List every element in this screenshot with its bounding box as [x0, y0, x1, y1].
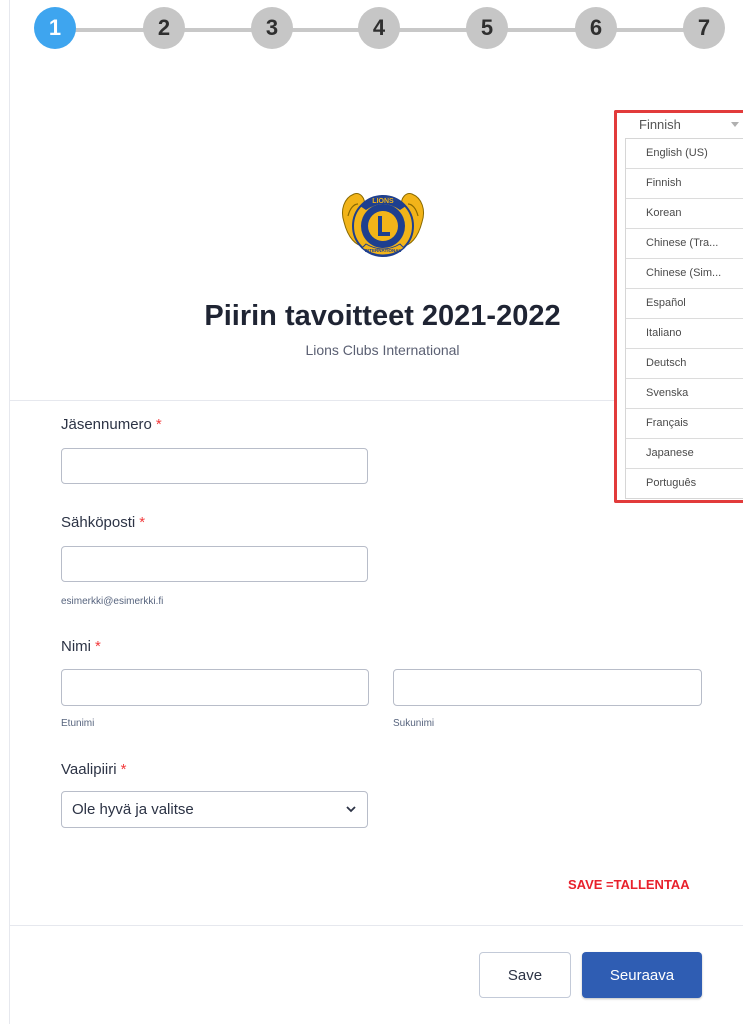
step-3[interactable]: 3: [251, 7, 293, 49]
step-7[interactable]: 7: [683, 7, 725, 49]
language-option[interactable]: Deutsch: [626, 349, 743, 379]
step-4[interactable]: 4: [358, 7, 400, 49]
name-label-text: Nimi: [61, 638, 91, 655]
language-options: English (US) Finnish Korean Chinese (Tra…: [625, 138, 743, 499]
first-name-sublabel: Etunimi: [61, 718, 95, 729]
page-left-border: [9, 0, 10, 1024]
language-option[interactable]: Korean: [626, 199, 743, 229]
member-number-label: Jäsennumero *: [61, 416, 162, 433]
save-note: SAVE =TALLENTAA: [568, 877, 690, 892]
district-select-value: Ole hyvä ja valitse: [72, 801, 194, 818]
email-label: Sähköposti *: [61, 514, 145, 531]
chevron-down-icon: [346, 806, 356, 813]
required-marker: *: [139, 514, 146, 531]
district-select[interactable]: Ole hyvä ja valitse: [61, 791, 368, 828]
save-button[interactable]: Save: [479, 952, 571, 998]
svg-text:INTERNATIONAL: INTERNATIONAL: [365, 248, 402, 253]
next-button[interactable]: Seuraava: [582, 952, 702, 998]
district-label-text: Vaalipiiri: [61, 761, 117, 778]
language-option[interactable]: English (US): [626, 139, 743, 169]
step-1[interactable]: 1: [34, 7, 76, 49]
district-label: Vaalipiiri *: [61, 761, 126, 778]
required-marker: *: [155, 416, 162, 433]
name-label: Nimi *: [61, 638, 101, 655]
language-option[interactable]: Chinese (Tra...: [626, 229, 743, 259]
svg-text:LIONS: LIONS: [372, 198, 394, 205]
step-6[interactable]: 6: [575, 7, 617, 49]
email-hint: esimerkki@esimerkki.fi: [61, 596, 164, 607]
caret-down-icon: [731, 122, 739, 127]
step-5[interactable]: 5: [466, 7, 508, 49]
email-input[interactable]: [61, 546, 368, 582]
first-name-input[interactable]: [61, 669, 369, 706]
step-2[interactable]: 2: [143, 7, 185, 49]
language-option[interactable]: Italiano: [626, 319, 743, 349]
language-option[interactable]: Português: [626, 469, 743, 498]
lions-logo: LIONS INTERNATIONAL: [341, 193, 425, 257]
language-current[interactable]: Finnish: [639, 117, 681, 132]
member-number-input[interactable]: [61, 448, 368, 484]
language-option[interactable]: Svenska: [626, 379, 743, 409]
footer-divider: [10, 925, 743, 926]
language-option[interactable]: Finnish: [626, 169, 743, 199]
language-option[interactable]: Japanese: [626, 439, 743, 469]
language-option[interactable]: Español: [626, 289, 743, 319]
progress-stepper: 1 2 3 4 5 6 7: [0, 0, 743, 60]
language-option[interactable]: Français: [626, 409, 743, 439]
required-marker: *: [95, 638, 101, 655]
last-name-sublabel: Sukunimi: [393, 718, 435, 729]
required-marker: *: [120, 761, 127, 778]
email-label-text: Sähköposti: [61, 514, 136, 531]
last-name-input[interactable]: [393, 669, 702, 706]
language-option[interactable]: Chinese (Sim...: [626, 259, 743, 289]
member-number-label-text: Jäsennumero: [61, 416, 152, 433]
